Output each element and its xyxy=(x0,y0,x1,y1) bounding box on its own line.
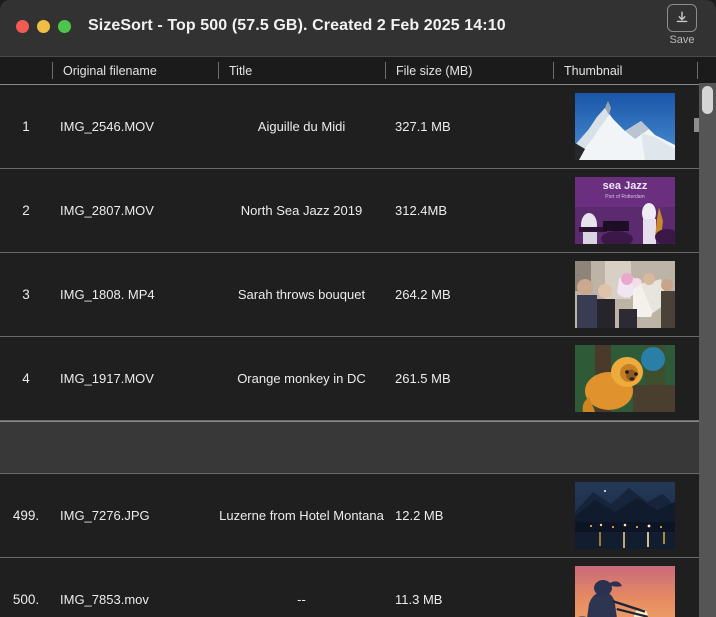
close-window-button[interactable] xyxy=(16,20,29,33)
table-row[interactable]: 4 IMG_1917.MOV Orange monkey in DC 261.5… xyxy=(0,337,716,421)
svg-text:sea Jazz: sea Jazz xyxy=(603,180,648,192)
row-filesize: 312.4MB xyxy=(395,203,448,218)
row-title: Aiguille du Midi xyxy=(257,119,346,134)
window-title: SizeSort - Top 500 (57.5 GB). Created 2 … xyxy=(88,17,506,34)
scrollbar-thumb[interactable] xyxy=(702,86,713,114)
row-filename: IMG_2546.MOV xyxy=(60,119,154,134)
column-header-filename[interactable]: Original filename xyxy=(52,57,218,84)
row-title: Orange monkey in DC xyxy=(237,371,366,386)
row-filesize: 264.2 MB xyxy=(395,287,451,302)
row-title: -- xyxy=(297,592,306,607)
save-button[interactable]: Save xyxy=(656,4,708,46)
table-row[interactable]: 500. IMG_7853.mov -- 11.3 MB xyxy=(0,558,716,617)
row-filesize: 327.1 MB xyxy=(395,119,451,134)
row-index: 2 xyxy=(22,203,30,218)
table-row[interactable]: 2 IMG_2807.MOV North Sea Jazz 2019 312.4… xyxy=(0,169,716,253)
row-filename: IMG_2807.MOV xyxy=(60,203,154,218)
row-index: 500. xyxy=(12,592,40,607)
column-divider[interactable] xyxy=(697,62,698,79)
zoom-window-button[interactable] xyxy=(58,20,71,33)
row-filesize: 11.3 MB xyxy=(395,592,443,607)
row-index: 1 xyxy=(22,119,30,134)
app-window: SizeSort - Top 500 (57.5 GB). Created 2 … xyxy=(0,0,716,617)
row-thumbnail-cell[interactable] xyxy=(553,558,697,617)
row-filesize: 261.5 MB xyxy=(395,371,451,386)
save-button-label: Save xyxy=(669,34,695,46)
row-filename: IMG_1808. MP4 xyxy=(60,287,155,302)
table-body: 1 IMG_2546.MOV Aiguille du Midi 327.1 MB xyxy=(0,85,716,617)
golden-lion-tamarin-thumbnail[interactable] xyxy=(575,345,675,412)
column-header-thumbnail[interactable]: Thumbnail xyxy=(553,57,697,84)
row-thumbnail-cell[interactable] xyxy=(553,474,697,557)
column-header-title[interactable]: Title xyxy=(218,57,385,84)
title-bar: SizeSort - Top 500 (57.5 GB). Created 2 … xyxy=(0,0,716,56)
table-row[interactable]: 499. IMG_7276.JPG Luzerne from Hotel Mon… xyxy=(0,474,716,558)
row-filename: IMG_7276.JPG xyxy=(60,508,150,523)
row-filesize: 12.2 MB xyxy=(395,508,444,523)
column-header-filesize[interactable]: File size (MB) xyxy=(385,57,553,84)
lucerne-night-lake-thumbnail[interactable] xyxy=(575,482,675,549)
sunset-silhouette-thumbnail[interactable] xyxy=(575,566,675,617)
row-thumbnail-cell[interactable] xyxy=(553,337,697,420)
minimize-window-button[interactable] xyxy=(37,20,50,33)
row-thumbnail-cell[interactable] xyxy=(553,253,697,336)
wedding-bouquet-toss-thumbnail[interactable] xyxy=(575,261,675,328)
skipped-rows-gap xyxy=(0,421,716,474)
download-tray-icon xyxy=(667,4,697,32)
north-sea-jazz-stage-thumbnail[interactable]: sea Jazz Port of Rotterdam xyxy=(575,177,675,244)
svg-text:Port of Rotterdam: Port of Rotterdam xyxy=(605,194,644,200)
table-header-row: Original filename Title File size (MB) T… xyxy=(0,56,716,85)
row-filename: IMG_1917.MOV xyxy=(60,371,154,386)
scroll-position-marker xyxy=(694,118,699,132)
row-title: Luzerne from Hotel Montana xyxy=(219,508,384,523)
vertical-scrollbar[interactable] xyxy=(699,83,716,617)
table-row[interactable]: 1 IMG_2546.MOV Aiguille du Midi 327.1 MB xyxy=(0,85,716,169)
snowy-mountain-peak-thumbnail[interactable] xyxy=(575,93,675,160)
window-controls xyxy=(16,20,71,33)
row-filename: IMG_7853.mov xyxy=(60,592,149,607)
row-index: 3 xyxy=(22,287,30,302)
row-title: Sarah throws bouquet xyxy=(237,287,366,302)
row-thumbnail-cell[interactable] xyxy=(553,85,697,168)
row-index: 4 xyxy=(22,371,30,386)
row-title: North Sea Jazz 2019 xyxy=(240,203,363,218)
row-thumbnail-cell[interactable]: sea Jazz Port of Rotterdam xyxy=(553,169,697,252)
table-row[interactable]: 3 IMG_1808. MP4 Sarah throws bouquet 264… xyxy=(0,253,716,337)
row-index: 499. xyxy=(12,508,40,523)
